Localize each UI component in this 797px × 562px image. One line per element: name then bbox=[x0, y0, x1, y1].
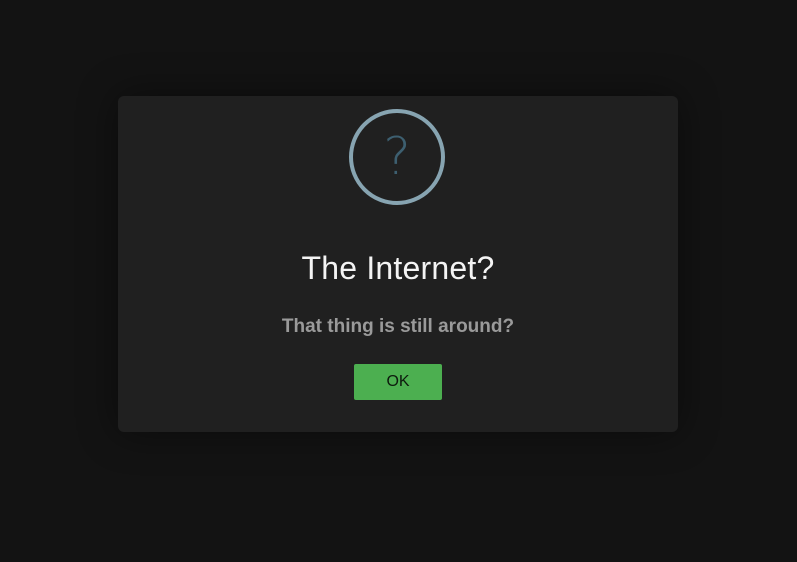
question-icon-glyph: ? bbox=[383, 127, 411, 187]
alert-dialog: ? The Internet? That thing is still arou… bbox=[118, 96, 678, 432]
question-icon: ? bbox=[349, 109, 445, 205]
dialog-message: That thing is still around? bbox=[281, 316, 515, 337]
dialog-title: The Internet? bbox=[301, 250, 495, 286]
ok-button[interactable]: OK bbox=[354, 364, 442, 400]
